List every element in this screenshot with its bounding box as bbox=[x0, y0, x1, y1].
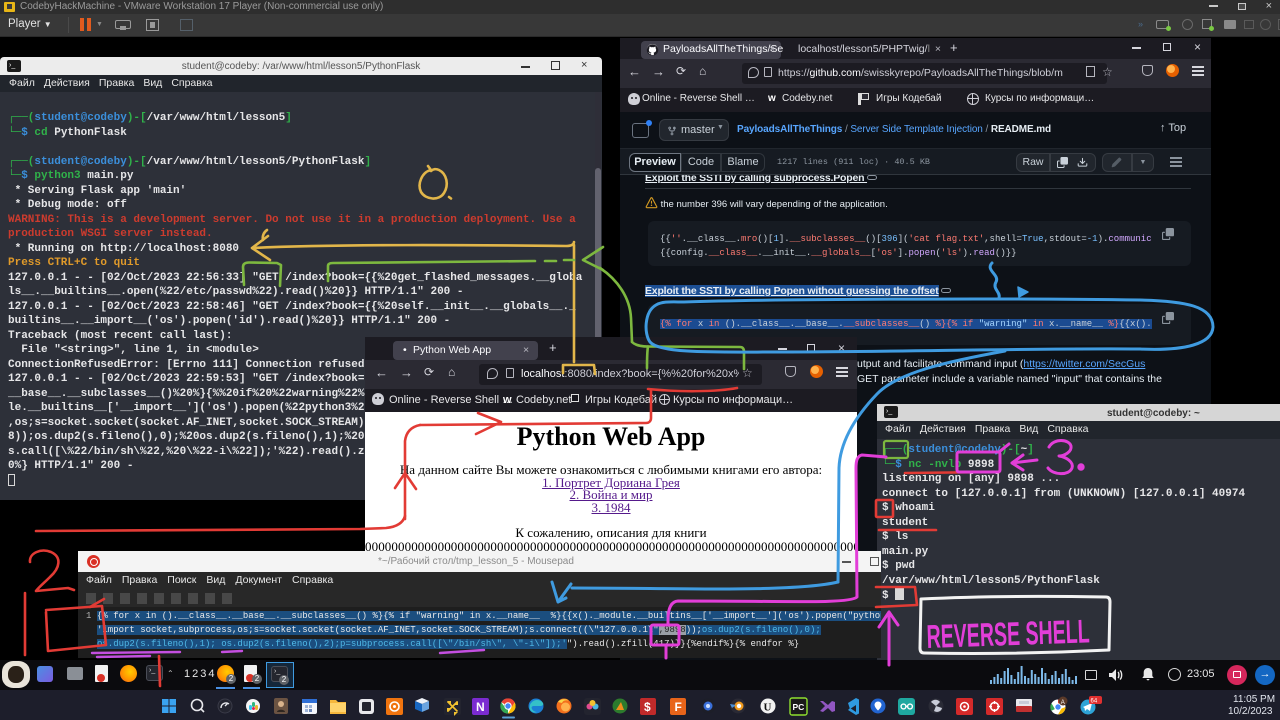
svg-text:F: F bbox=[675, 700, 682, 714]
svg-text:A: A bbox=[1061, 700, 1065, 706]
svg-text:U: U bbox=[764, 702, 772, 714]
svg-text:REVERSE SHELL: REVERSE SHELL bbox=[926, 612, 1090, 655]
svg-text:PC: PC bbox=[793, 702, 805, 712]
svg-text:$: $ bbox=[644, 700, 651, 714]
svg-text:64: 64 bbox=[1091, 699, 1098, 705]
svg-text:N: N bbox=[476, 700, 485, 714]
